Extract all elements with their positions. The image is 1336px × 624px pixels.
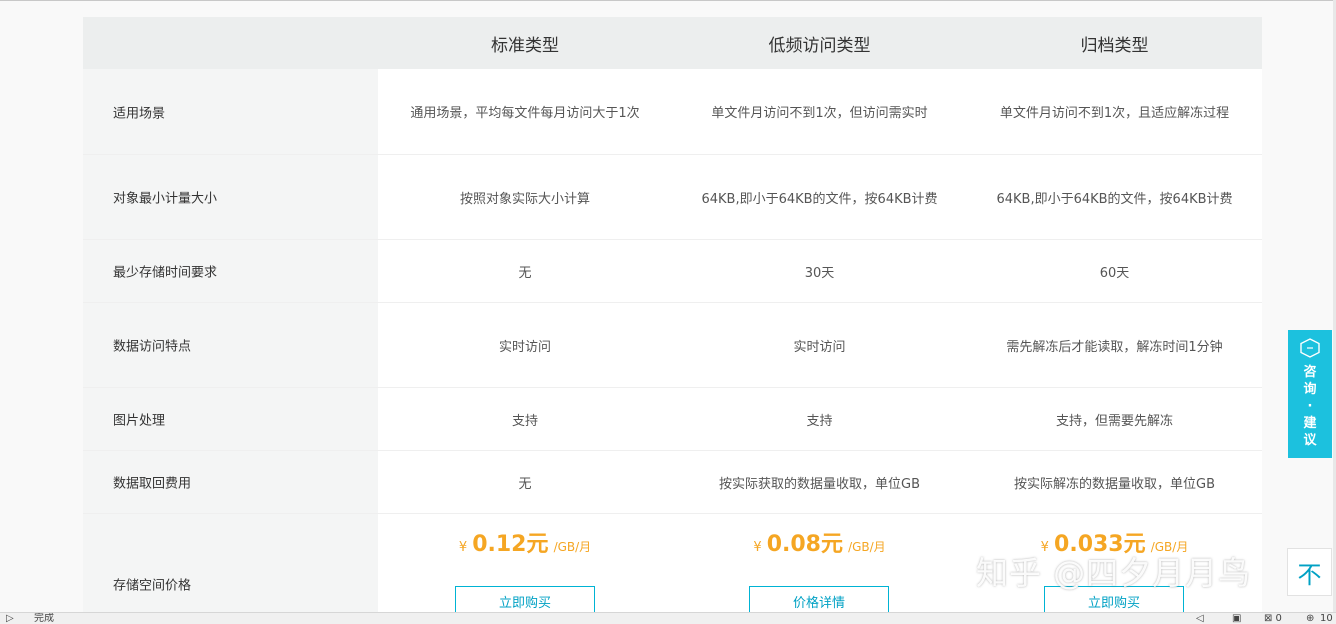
- table-header-row: 标准类型 低频访问类型 归档类型: [83, 17, 1262, 69]
- status-text: 完成: [34, 613, 54, 624]
- table-cell: 64KB,即小于64KB的文件，按64KB计费: [701, 191, 938, 207]
- table-cell: 支持: [511, 413, 538, 429]
- zhihu-watermark: 知乎 @四夕月月鸟: [976, 554, 1252, 592]
- table-cell: 需先解冻后才能读取，解冻时间1分钟: [1006, 339, 1223, 355]
- row-label: 适用场景: [113, 106, 166, 121]
- table-cell: 单文件月访问不到1次，但访问需实时: [711, 106, 928, 121]
- price-unit: /GB/月: [553, 540, 592, 554]
- price-cell-standard: ¥ 0.12元 /GB/月 立即购买: [378, 514, 672, 613]
- storage-type-comparison-table: 标准类型 低频访问类型 归档类型 适用场景 通用场景，平均每文件每月访问大于1次…: [83, 17, 1262, 613]
- page-icon: ▷: [6, 613, 14, 624]
- price-details-button[interactable]: 价格详情: [749, 586, 889, 613]
- table-cell: 30天: [804, 265, 835, 281]
- table-row-data-access: 数据访问特点 实时访问 实时访问 需先解冻后才能读取，解冻时间1分钟: [83, 303, 1262, 388]
- table-cell: 无: [518, 265, 532, 281]
- speaker-icon[interactable]: ◁: [1196, 613, 1204, 624]
- table-cell: 按实际获取的数据量收取，单位GB: [719, 476, 920, 492]
- table-cell: 按照对象实际大小计算: [459, 191, 590, 207]
- back-to-top-button[interactable]: 不: [1287, 548, 1332, 596]
- zoom-icon[interactable]: ⊕: [1306, 613, 1314, 624]
- header-empty-cell: [83, 17, 378, 69]
- consult-suggest-float-button[interactable]: 咨询·建议: [1288, 330, 1332, 458]
- row-label: 数据取回费用: [113, 476, 192, 492]
- zoom-level[interactable]: 10: [1320, 613, 1333, 624]
- row-label: 图片处理: [113, 413, 166, 429]
- price-cell-infrequent: ¥ 0.08元 /GB/月 价格详情: [672, 514, 967, 613]
- window-top-border: [0, 0, 1336, 1]
- table-cell: 实时访问: [793, 339, 846, 355]
- row-label: 数据访问特点: [113, 339, 192, 355]
- row-label: 最少存储时间要求: [113, 265, 218, 281]
- currency-symbol: ¥: [458, 540, 468, 555]
- price-standard: ¥ 0.12元 /GB/月: [378, 526, 672, 558]
- row-label: 对象最小计量大小: [113, 191, 218, 207]
- table-cell: 实时访问: [498, 339, 551, 355]
- table-row-min-billing-size: 对象最小计量大小 按照对象实际大小计算 64KB,即小于64KB的文件，按64K…: [83, 155, 1262, 240]
- header-infrequent-access-type: 低频访问类型: [768, 35, 871, 56]
- currency-symbol: ¥: [753, 540, 762, 555]
- table-row-image-processing: 图片处理 支持 支持 支持，但需要先解冻: [83, 388, 1262, 451]
- table-cell: 支持，但需要先解冻: [1055, 413, 1173, 429]
- table-cell: 60天: [1099, 265, 1130, 281]
- table-cell: 单文件月访问不到1次，且适应解冻过程: [999, 106, 1230, 121]
- table-row-use-case: 适用场景 通用场景，平均每文件每月访问大于1次 单文件月访问不到1次，但访问需实…: [83, 69, 1262, 155]
- table-cell: 通用场景，平均每文件每月访问大于1次: [410, 106, 640, 121]
- table-cell: 无: [518, 476, 532, 492]
- price-amount: 0.12元: [472, 532, 549, 557]
- buy-now-button-standard[interactable]: 立即购买: [455, 586, 595, 613]
- header-standard-type: 标准类型: [491, 35, 559, 56]
- table-cell: 64KB,即小于64KB的文件，按64KB计费: [996, 191, 1233, 207]
- message-hexagon-icon: [1300, 338, 1320, 358]
- browser-status-bar: ▷ 完成 ◁ ▣ ⊠ 0 ⊕ 10: [0, 612, 1336, 624]
- lock-icon: ▣: [1232, 613, 1242, 624]
- header-archive-type: 归档类型: [1080, 35, 1149, 56]
- price-amount: 0.08元: [766, 532, 843, 557]
- row-label: 存储空间价格: [113, 578, 192, 594]
- table-cell: 按实际解冻的数据量收取，单位GB: [1014, 476, 1215, 492]
- table-cell: 支持: [806, 413, 833, 429]
- table-row-retrieval-fee: 数据取回费用 无 按实际获取的数据量收取，单位GB 按实际解冻的数据量收取，单位…: [83, 451, 1262, 514]
- consult-label: 咨询·建议: [1303, 365, 1317, 448]
- price-unit: /GB/月: [848, 540, 886, 554]
- price-infrequent: ¥ 0.08元 /GB/月: [672, 526, 967, 558]
- table-row-min-storage-time: 最少存储时间要求 无 30天 60天: [83, 240, 1262, 303]
- blocked-icon[interactable]: ⊠ 0: [1264, 613, 1282, 624]
